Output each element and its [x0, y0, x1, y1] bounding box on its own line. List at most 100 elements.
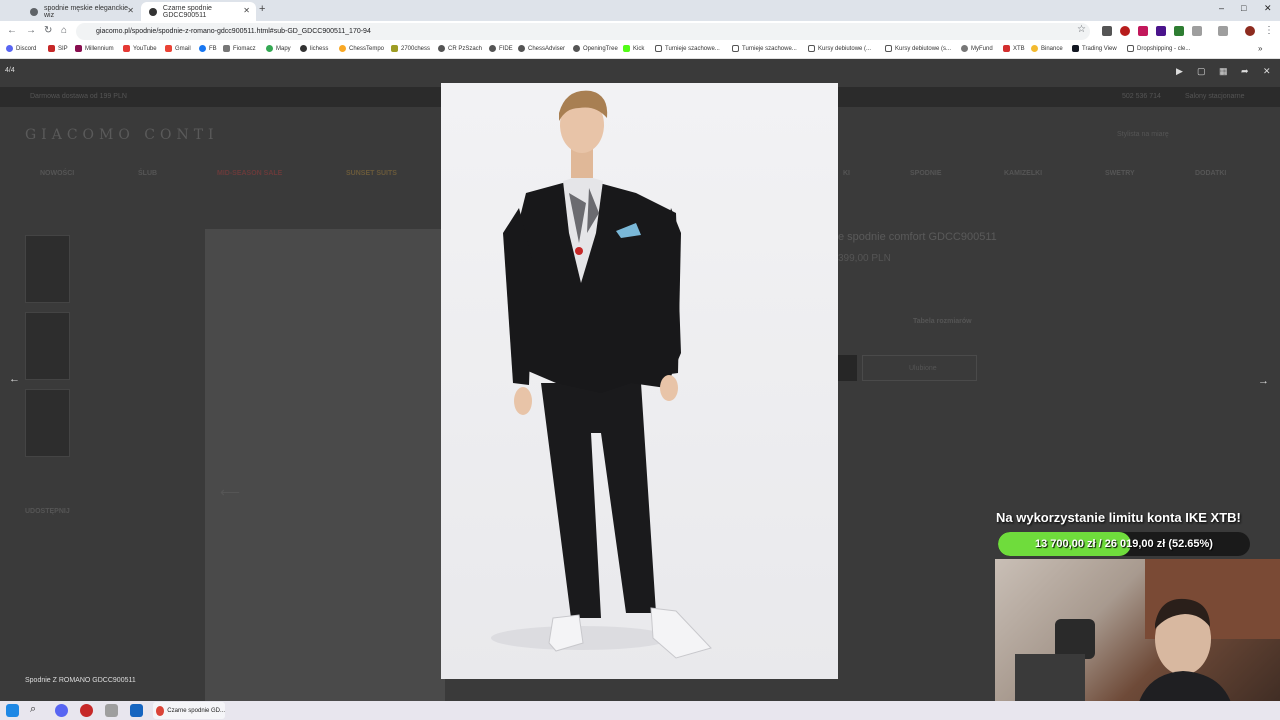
lightbox-caption: Spodnie Z ROMANO GDCC900511	[25, 677, 136, 684]
bookmark-item[interactable]: Gmail	[165, 45, 191, 52]
nav-item: SUNSET SUITS	[346, 170, 397, 177]
bookmark-item[interactable]: OpeningTree	[573, 45, 618, 52]
taskbar-chrome-window[interactable]: Czarne spodnie GD...	[153, 702, 225, 719]
size-table-link: Tabela rozmiarów	[913, 318, 972, 325]
bookmark-item[interactable]: Kick	[623, 45, 644, 52]
add-to-cart-button	[838, 355, 857, 381]
overlay-title: Na wykorzystanie limitu konta IKE XTB!	[996, 510, 1241, 525]
app-icon[interactable]	[105, 704, 118, 717]
share-icon[interactable]: ➦	[1241, 66, 1249, 77]
webcam-feed	[995, 559, 1280, 720]
streamer-webcam-image	[1015, 559, 1280, 720]
product-title: e spodnie comfort GDCC900511	[838, 231, 997, 243]
bookmark-folder[interactable]: Kursy debiutowe (...	[808, 45, 871, 52]
giacomo-favicon-icon	[149, 7, 157, 16]
bookmark-item[interactable]: Trading View	[1072, 45, 1117, 52]
progress-text: 13 700,00 zł / 26 019,00 zł (52.65%)	[1035, 538, 1213, 550]
bookmark-item[interactable]: lichess	[300, 45, 328, 52]
play-icon[interactable]: ▶	[1176, 66, 1183, 77]
bookmarks-bar: Discord SIP Millennium YouTube Gmail FB …	[0, 42, 1280, 59]
lightbox-next-button[interactable]: →	[1258, 375, 1269, 387]
windows-start-icon[interactable]	[6, 704, 19, 717]
tab-spodnie-meskie[interactable]: spodnie męskie eleganckie wiz ✕	[22, 2, 140, 21]
nav-item: SPODNIE	[910, 170, 942, 177]
back-icon[interactable]: ←	[7, 25, 17, 36]
steam-icon[interactable]	[130, 704, 143, 717]
bookmark-item[interactable]: FB	[199, 45, 217, 52]
bookmark-item[interactable]: Mapy	[266, 45, 291, 52]
wishlist-button: Ulubione	[862, 355, 977, 381]
close-tab-icon[interactable]: ✕	[127, 6, 134, 15]
tab-title: Czarne spodnie GDCC900511	[162, 4, 212, 19]
bookmark-item[interactable]: ChessAdviser	[518, 45, 565, 52]
menu-kebab-icon[interactable]: ⋮	[1264, 25, 1274, 36]
gallery-thumbnail	[25, 312, 70, 380]
lightbox-image	[441, 83, 838, 679]
fullscreen-icon[interactable]: ▢	[1197, 66, 1206, 77]
bookmark-folder[interactable]: Kursy debiutowe (s...	[885, 45, 951, 52]
nav-item: KI	[843, 170, 850, 177]
bookmark-item[interactable]: FIDE	[489, 45, 513, 52]
bookmark-item[interactable]: YouTube	[123, 45, 157, 52]
nav-item: NOWOŚCI	[40, 170, 75, 177]
bookmark-item[interactable]: Fiomacz	[223, 45, 256, 52]
chrome-icon	[156, 705, 165, 716]
bookmark-item[interactable]: MyFund	[961, 45, 993, 52]
giacomo-conti-logo: GIACOMO CONTI	[25, 127, 219, 143]
gallery-thumbnail	[25, 235, 70, 303]
bookmark-item[interactable]: Binance	[1031, 45, 1063, 52]
url-text: giacomo.pl/spodnie/spodnie-z-romano-gdcc…	[96, 28, 371, 35]
home-icon[interactable]: ⌂	[61, 25, 67, 36]
bookmarks-more-icon[interactable]: »	[1258, 44, 1262, 53]
extension-icon[interactable]	[1156, 26, 1166, 36]
bookmark-folder[interactable]: Turnieje szachowe...	[732, 45, 797, 52]
bookmark-folder[interactable]: Dropshipping - cle...	[1127, 45, 1190, 52]
bookmark-item[interactable]: Millennium	[75, 45, 114, 52]
reload-icon[interactable]: ↻	[44, 25, 52, 36]
close-tab-icon[interactable]: ✕	[243, 6, 250, 15]
minimize-button[interactable]: –	[1219, 3, 1224, 13]
bookmark-item[interactable]: ChessTempo	[339, 45, 384, 52]
extension-icon[interactable]	[1120, 26, 1130, 36]
discord-icon[interactable]	[55, 704, 68, 717]
lightbox-prev-button[interactable]: ←	[9, 373, 20, 385]
nav-item: DODATKI	[1195, 170, 1227, 177]
gmail-extension-icon[interactable]	[1102, 26, 1112, 36]
promo-text: Darmowa dostawa od 199 PLN	[30, 93, 127, 100]
share-label: UDOSTĘPNIJ	[25, 508, 70, 515]
extension-icon[interactable]	[1138, 26, 1148, 36]
nav-item: MID-SEASON SALE	[217, 170, 283, 177]
nav-item: ŚLUB	[138, 170, 158, 177]
bookmark-item[interactable]: SIP	[48, 45, 68, 52]
ike-progress-bar: 13 700,00 zł / 26 019,00 zł (52.65%)	[998, 532, 1250, 556]
download-icon[interactable]	[1174, 26, 1184, 36]
stylist-link: Stylista na miarę	[1117, 131, 1169, 138]
tab-title: spodnie męskie eleganckie wiz	[43, 4, 129, 19]
bookmark-star-icon[interactable]: ☆	[1077, 24, 1086, 35]
close-icon[interactable]: ✕	[1263, 66, 1271, 77]
bookmark-item[interactable]: Discord	[6, 45, 36, 52]
profile-avatar[interactable]	[1245, 26, 1255, 36]
nav-item: KAMIZELKI	[1004, 170, 1043, 177]
new-tab-button[interactable]: +	[259, 3, 265, 15]
tab-czarne-spodnie[interactable]: Czarne spodnie GDCC900511 ✕	[141, 2, 256, 21]
bookmark-item[interactable]: CR PzSzach	[438, 45, 482, 52]
grid-icon[interactable]: ▦	[1219, 66, 1228, 77]
page-prev-arrow-icon: ⟵	[220, 484, 241, 500]
product-price: 399,00 PLN	[838, 253, 891, 264]
maximize-button[interactable]: □	[1241, 3, 1246, 13]
bookmark-folder[interactable]: Turnieje szachowe...	[655, 45, 720, 52]
extensions-puzzle-icon[interactable]	[1192, 26, 1202, 36]
address-bar[interactable]: giacomo.pl/spodnie/spodnie-z-romano-gdcc…	[76, 23, 1090, 40]
close-window-button[interactable]: ✕	[1264, 3, 1272, 14]
windows-taskbar: ⌕ Czarne spodnie GD...	[0, 701, 1280, 720]
bookmark-item[interactable]: XTB	[1003, 45, 1025, 52]
nav-item: SWETRY	[1105, 170, 1135, 177]
bookmark-item[interactable]: 2700chess	[391, 45, 430, 52]
search-icon[interactable]: ⌕	[30, 703, 36, 716]
forward-icon[interactable]: →	[26, 25, 36, 36]
phone-text: 502 536 714	[1122, 93, 1161, 100]
sidepanel-icon[interactable]	[1218, 26, 1228, 36]
app-icon[interactable]	[80, 704, 93, 717]
shops-link: Salony stacjonarne	[1185, 93, 1245, 100]
